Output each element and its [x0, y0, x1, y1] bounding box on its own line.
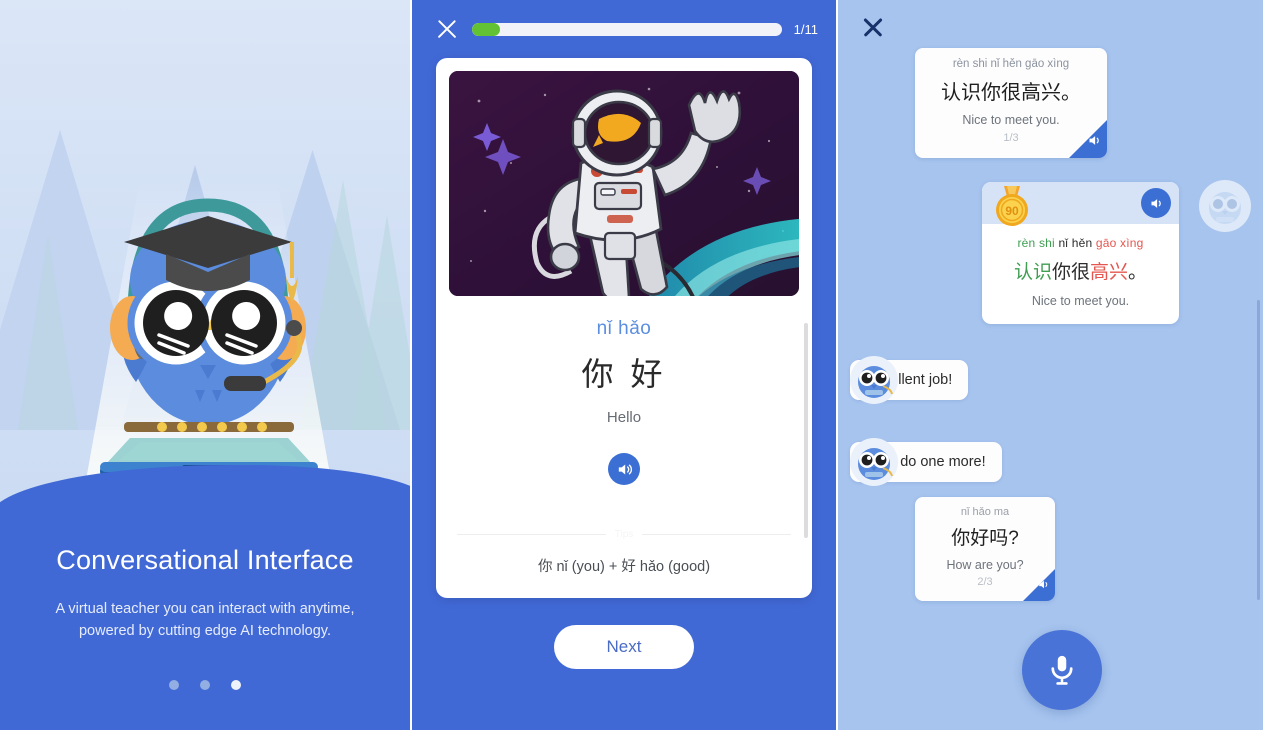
next-prompt-bubble: nǐ hǎo ma 你好吗? How are you? 2/3: [915, 497, 1055, 601]
owl-avatar: [1199, 180, 1251, 232]
prompt-bubble: rèn shi nǐ hěn gāo xìng 认识你很高兴。 Nice to …: [915, 48, 1107, 158]
onboarding-panel: Conversational Interface A virtual teach…: [0, 0, 412, 730]
prompt-counter: 1/3: [1003, 132, 1019, 144]
score-hanzi-token-4: 。: [1128, 262, 1148, 283]
lesson-header: 1/11: [412, 0, 836, 52]
next-prompt-pinyin: nǐ hǎo ma: [960, 506, 1010, 518]
flashcard: nǐ hǎo 你 好 Hello Tips 你 nǐ (you) + 好 hǎo…: [436, 58, 812, 598]
flashcard-hanzi: 你 好: [581, 356, 667, 392]
close-icon[interactable]: [860, 14, 886, 40]
score-value: 90: [1005, 204, 1019, 218]
subtitle-line-2: powered by cutting edge AI technology.: [78, 623, 332, 639]
medal-icon: 90: [991, 186, 1033, 228]
score-hanzi: 认识你很高兴。: [992, 257, 1169, 284]
page-dot-1[interactable]: [169, 680, 179, 690]
chat-scrollbar[interactable]: [1257, 300, 1260, 600]
score-hanzi-token-2: 你很: [1051, 262, 1090, 283]
divider-line-left: [457, 534, 606, 535]
score-pinyin-token-1: rèn shi: [1017, 236, 1059, 250]
onboarding-text-block: Conversational Interface A virtual teach…: [0, 545, 410, 730]
chat-panel: rèn shi nǐ hěn gāo xìng 认识你很高兴。 Nice to …: [838, 0, 1263, 730]
score-hanzi-token-3: 高兴: [1090, 262, 1129, 283]
flashcard-tips-text: 你 nǐ (you) + 好 hǎo (good): [537, 559, 711, 575]
microphone-button[interactable]: [1022, 630, 1102, 710]
next-prompt-counter: 2/3: [977, 576, 993, 588]
tips-divider-label: Tips: [614, 529, 634, 540]
prompt-hanzi: 认识你很高兴。: [941, 82, 1081, 104]
owl-avatar: [850, 356, 898, 404]
flashcard-english: Hello: [606, 409, 642, 426]
page-title: Conversational Interface: [56, 545, 354, 575]
subtitle-line-1: A virtual teacher you can interact with …: [55, 601, 355, 617]
lesson-progress-label: 1/11: [793, 21, 818, 37]
tips-divider: Tips: [457, 529, 791, 540]
chat-message-row: Excellent job!: [850, 356, 969, 404]
page-subtitle: A virtual teacher you can interact with …: [0, 598, 410, 642]
flashcard-pinyin: nǐ hǎo: [596, 318, 652, 339]
flashcard-scrollbar[interactable]: [804, 323, 808, 538]
flashcard-content: nǐ hǎo 你 好 Hello Tips 你 nǐ (you) + 好 hǎo…: [449, 296, 799, 598]
close-icon[interactable]: [434, 16, 460, 42]
score-pinyin: rèn shi nǐ hěn gāo xìng: [992, 236, 1169, 250]
pagination-dots: [0, 680, 410, 710]
lesson-progress-fill: [472, 22, 500, 36]
app-screenshot: Conversational Interface A virtual teach…: [0, 0, 1265, 730]
score-bubble-header: 90: [982, 182, 1179, 226]
page-dot-3[interactable]: [231, 680, 241, 690]
score-bubble: 90 rèn shi nǐ hěn gāo xìng 认识你很高兴。 Nice …: [982, 182, 1179, 324]
score-english: Nice to meet you.: [1031, 294, 1130, 308]
prompt-pinyin: rèn shi nǐ hěn gāo xìng: [952, 58, 1070, 70]
page-dot-2[interactable]: [200, 680, 210, 690]
speaker-icon[interactable]: [608, 453, 640, 485]
next-button[interactable]: Next: [554, 625, 694, 669]
next-prompt-english: How are you?: [946, 558, 1024, 572]
flashcard-image: [449, 71, 799, 296]
lesson-panel: 1/11 nǐ hǎo 你 好 Hello Tips 你 nǐ (you) + …: [412, 0, 838, 730]
prompt-english: Nice to meet you.: [962, 113, 1060, 127]
next-prompt-hanzi: 你好吗?: [951, 528, 1019, 549]
lesson-progress-bar: [472, 22, 782, 36]
owl-avatar: [850, 438, 898, 486]
speaker-icon[interactable]: [1141, 188, 1171, 218]
score-hanzi-token-1: 认识: [1013, 262, 1052, 283]
divider-line-right: [642, 534, 791, 535]
score-pinyin-token-3: gāo xìng: [1095, 236, 1144, 250]
score-pinyin-token-2: nǐ hěn: [1058, 236, 1096, 250]
microphone-icon: [1051, 655, 1073, 685]
chat-message-row: Let's do one more!: [850, 438, 1002, 486]
score-bubble-body: rèn shi nǐ hěn gāo xìng 认识你很高兴。 Nice to …: [982, 224, 1179, 324]
